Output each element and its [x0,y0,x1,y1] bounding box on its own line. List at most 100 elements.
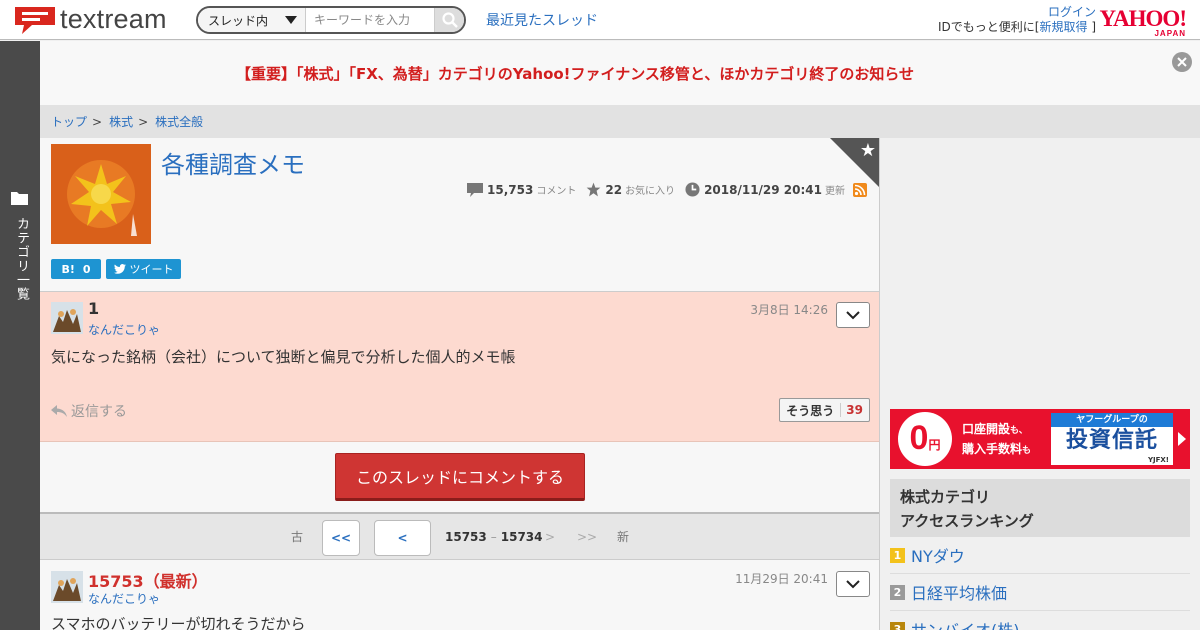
post-number[interactable]: 1 [88,299,99,318]
ranking-item-name: サンバイオ(株) [911,617,1020,630]
updated-time: 2018/11/29 20:41 更新 [685,182,845,197]
register-link[interactable]: 新規取得 [1039,20,1087,34]
logo-text: textream [60,4,167,34]
breadcrumb-stocks-general[interactable]: 株式全般 [155,113,203,130]
ranking-item-name: NYダウ [911,547,965,566]
pager-prev-button[interactable]: < [374,520,431,556]
favorite-count-value: 22 [605,182,623,197]
favorite-count: 22 お気に入り [586,182,675,197]
post-body: スマホのバッテリーが切れそうだから [51,615,306,630]
ad-headline: 投資信託 [1065,428,1158,453]
hatena-icon: B! [61,262,75,276]
post-comment-button[interactable]: このスレッドにコメントする [335,453,585,501]
comment-count: 15,753 コメント [467,182,576,197]
rss-icon[interactable] [853,182,867,197]
main-column: 各種調査メモ ★ 15,753 コメント 22 お気に入り 2018/11/29… [40,138,880,630]
comment-icon [467,182,484,197]
ad-arrow-icon [1178,432,1186,446]
breadcrumb-top[interactable]: トップ [51,113,87,130]
post-body: 気になった銘柄（会社）について独断と偏見で分析した個人的メモ帳 [51,348,516,366]
rank-badge: 2 [890,584,905,600]
yahoo-japan-logo[interactable]: YAHOO! JAPAN [1099,6,1187,38]
ad-line2-small: も [1022,446,1032,456]
ad-brand: YJFX! [1147,456,1169,464]
category-list-label: カテゴリ一覧 [14,217,29,301]
avatar[interactable] [51,302,83,334]
post-number[interactable]: 15753（最新） [88,568,208,592]
ad-zero-yen: 0円 [898,412,952,466]
search-scope-select[interactable]: スレッド内 [198,8,306,32]
yahoo-logo-text: YAHOO! [1099,6,1187,31]
category-sidebar[interactable]: カテゴリ一覧 [0,41,40,630]
ad-product-box: ヤフーグループの 投資信託 YJFX! [1051,413,1173,465]
search-input[interactable] [306,8,434,32]
tweet-button[interactable]: ツイート [106,259,181,279]
ranking-item[interactable]: 2 日経平均株価 [890,574,1190,611]
agree-button[interactable]: そう思う 39 [779,398,870,422]
ad-copy: 口座開設も、 購入手数料も [962,420,1031,460]
avatar[interactable] [51,571,83,603]
ad-line1: 口座開設 [962,422,1011,436]
star-outline-icon [586,182,601,197]
post-date: 3月8日 14:26 [750,303,828,317]
pager-old-label: 古 [291,530,304,544]
rank-badge: 1 [890,547,905,563]
reply-label: 返信する [71,404,127,420]
thread-thumbnail [51,144,151,244]
ranking-item-name: 日経平均株価 [911,584,1008,603]
post-username[interactable]: なんだこりゃ [88,590,160,607]
login-link[interactable]: ログイン [1048,5,1096,19]
breadcrumb-separator: > [138,114,149,129]
ranking-title-line1: 株式カテゴリ [900,488,991,506]
ranking-title-line2: アクセスランキング [900,512,1034,530]
login-sub-prefix: IDでもっと便利に[ [938,20,1040,34]
notice-banner: 【重要】「株式」「FX、為替」カテゴリのYahoo!ファイナンス移管と、ほかカテ… [40,41,1200,105]
post-menu-button[interactable] [836,571,870,597]
clock-icon [685,182,700,197]
post-item: 1 なんだこりゃ 3月8日 14:26 気になった銘柄（会社）について独断と偏見… [40,292,879,442]
folder-icon [11,192,28,205]
reply-icon [51,404,67,417]
ranking-item[interactable]: 1 NYダウ [890,537,1190,574]
breadcrumb-separator: > [92,114,103,129]
login-area: ログイン IDでもっと便利に[新規取得 ] [938,5,1096,35]
investment-trust-ad[interactable]: 0円 口座開設も、 購入手数料も ヤフーグループの 投資信託 YJFX! [890,409,1190,469]
star-icon[interactable]: ★ [860,140,876,161]
favorite-count-label: お気に入り [625,186,676,197]
ad-line1-small: も、 [1010,426,1028,436]
pager-range-to: 15734 [500,529,543,544]
post-item: 15753（最新） なんだこりゃ 11月29日 20:41 スマホのバッテリーが… [40,561,879,630]
notice-text[interactable]: 【重要】「株式」「FX、為替」カテゴリのYahoo!ファイナンス移管と、ほかカテ… [40,63,1110,84]
post-menu-button[interactable] [836,302,870,328]
thread-meta: 15,753 コメント 22 お気に入り 2018/11/29 20:41 更新 [457,182,867,197]
caret-down-icon [285,16,297,24]
ranking-item[interactable]: 3 サンバイオ(株) [890,611,1190,630]
access-ranking: 株式カテゴリ アクセスランキング 1 NYダウ 2 日経平均株価 3 サンバイオ… [890,479,1190,630]
ad-zero: 0 [909,419,929,457]
notice-close-button[interactable] [1172,52,1192,72]
twitter-bird-icon [113,264,126,274]
pagination: 古 << < 15753–15734 > >> 新 [40,512,879,560]
search-scope-label: スレッド内 [208,13,269,28]
updated-time-value: 2018/11/29 20:41 [704,182,822,197]
pager-last-button: >> [577,529,598,544]
hatena-bookmark-button[interactable]: B! 0 [51,259,101,279]
breadcrumb-stocks[interactable]: 株式 [109,113,133,130]
search-button[interactable] [434,8,464,32]
rank-badge: 3 [890,621,905,630]
updated-time-label: 更新 [825,186,845,197]
speech-bubble-icon [14,5,56,35]
comment-count-value: 15,753 [487,182,534,197]
ranking-title: 株式カテゴリ アクセスランキング [890,479,1190,537]
pager-first-button[interactable]: << [322,520,360,556]
post-date: 11月29日 20:41 [735,572,828,586]
thread-title[interactable]: 各種調査メモ [161,145,305,180]
pager-range: 15753–15734 [445,530,543,544]
comment-count-label: コメント [536,186,577,197]
search-icon [441,12,458,28]
ad-yen: 円 [928,438,941,452]
post-username[interactable]: なんだこりゃ [88,321,160,338]
reply-button[interactable]: 返信する [51,401,127,421]
textream-logo[interactable]: textream [14,4,167,35]
recent-threads-link[interactable]: 最近見たスレッド [486,10,598,30]
